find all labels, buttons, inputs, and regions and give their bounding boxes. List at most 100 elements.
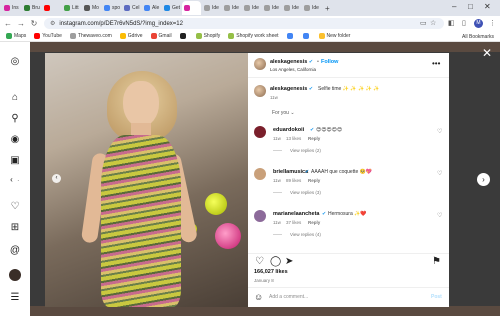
all-bookmarks[interactable]: All Bookmarks [462,34,494,40]
search-icon[interactable]: ⚲ [9,113,21,125]
explore-icon[interactable]: ◉ [9,134,21,146]
instagram-logo-icon[interactable]: ◎ [9,56,21,68]
add-comment-input[interactable]: Add a comment... [269,294,308,300]
reply-button[interactable]: Reply [308,178,320,183]
bookmark-favicon-icon [286,33,293,39]
bookmark-item[interactable]: New folder [318,33,350,39]
profile-avatar[interactable]: M [474,19,483,28]
more-options-icon[interactable]: ••• [432,59,440,69]
commenter-avatar[interactable] [254,168,266,180]
reply-button[interactable]: Reply [308,220,320,225]
previous-image-icon[interactable]: ‹ [52,174,61,183]
comment-likes[interactable]: 89 likes [286,178,301,183]
comment-likes[interactable]: 37 likes [286,220,301,225]
bookmark-item[interactable]: Shopify work sheet [228,33,279,39]
forward-icon[interactable]: → [16,19,26,29]
create-icon[interactable]: ⊞ [9,222,21,234]
bookmark-item[interactable]: Gdrive [119,33,143,39]
browser-tab[interactable] [182,1,201,15]
close-post-icon[interactable]: ✕ [482,47,492,59]
comment-like-icon[interactable]: ♡ [437,128,442,135]
browser-tab[interactable]: Ide [282,1,301,15]
like-count[interactable]: 166,027 likes [254,269,288,275]
cast-icon[interactable]: ▭ [420,18,427,29]
bookmark-item[interactable]: Gmail [150,33,172,39]
comment-likes[interactable]: 13 likes [286,136,301,141]
browser-tab[interactable]: Bru [22,1,41,15]
new-tab-button[interactable]: + [325,4,330,13]
browser-tab[interactable] [42,1,61,15]
browser-tab[interactable]: Ale [142,1,161,15]
browser-tab[interactable]: Get [162,1,181,15]
commenter-avatar[interactable] [254,210,266,222]
post-photo[interactable] [45,53,248,307]
tab-title: Ins [12,5,19,11]
reload-icon[interactable]: ↻ [29,19,39,29]
next-post-icon[interactable]: › [477,173,490,186]
caption-avatar[interactable] [254,85,266,97]
view-replies-button[interactable]: View replies (3) [290,190,321,195]
post-location[interactable]: Los Angeles, California [270,67,316,72]
tab-favicon-icon [44,5,50,11]
browser-tab[interactable]: Ide [222,1,241,15]
caption-author[interactable]: aleskagenesis ✔ [270,86,313,92]
tab-favicon-icon [184,5,190,11]
profile-icon[interactable] [9,269,21,281]
browser-tab[interactable]: Mo [82,1,101,15]
bookmark-item[interactable] [302,33,311,39]
commenter-username[interactable]: eduardokoii [273,127,304,133]
browser-tab[interactable]: spo [102,1,121,15]
commenter-username[interactable]: marianelaancheta [273,211,319,217]
minimize-icon[interactable]: – [452,3,456,11]
threads-icon[interactable]: @ [9,245,21,257]
browser-tab[interactable]: Ide [242,1,261,15]
extensions-icon[interactable]: ◧ [448,18,455,29]
share-icon[interactable]: ➤ [285,257,293,267]
comment-icon[interactable]: ◯ [270,257,281,267]
bookmark-item[interactable]: Shopify [195,33,220,39]
maximize-icon[interactable]: □ [468,3,473,11]
commenter-username[interactable]: briellamusica [273,169,308,175]
comment-like-icon[interactable]: ♡ [437,212,442,219]
previous-post-icon[interactable]: ‹ [5,173,18,186]
browser-tab[interactable]: Ide [262,1,281,15]
author-avatar[interactable] [254,58,266,70]
back-icon[interactable]: ← [3,19,13,29]
bookmark-item[interactable] [286,33,295,39]
notifications-icon[interactable]: ♡ [9,201,21,213]
post-comment-button[interactable]: Post [431,294,442,300]
like-icon[interactable]: ♡ [255,257,264,267]
home-icon[interactable]: ⌂ [9,92,21,104]
emoji-icon[interactable]: ☺ [254,292,263,302]
bookmark-item[interactable] [179,33,188,39]
view-replies-button[interactable]: View replies (2) [290,148,321,153]
bookmark-star-icon[interactable]: ☆ [430,18,436,29]
bookmark-item[interactable]: Thewaveo.com [69,33,112,39]
follow-button[interactable]: Follow [321,59,338,65]
address-bar[interactable]: ⚙ instagram.com/p/DE7r6vN5dS/?img_index=… [44,18,444,29]
close-window-icon[interactable]: ✕ [484,3,491,11]
browser-tab[interactable]: Cel [122,1,141,15]
browser-tab[interactable]: Litt [62,1,81,15]
post-details-panel: aleskagenesis ✔ • Follow Los Angeles, Ca… [248,53,449,307]
side-panel-icon[interactable]: ▯ [462,18,466,29]
browser-tab[interactable]: Ide [302,1,321,15]
bookmark-item[interactable]: YouTube [34,33,62,39]
site-info-icon[interactable]: ⚙ [50,20,55,27]
save-icon[interactable]: ⚑ [432,257,441,267]
commenter-avatar[interactable] [254,126,266,138]
comment-like-icon[interactable]: ♡ [437,170,442,177]
menu-kebab-icon[interactable]: ⋮ [489,18,496,29]
bookmark-favicon-icon [179,33,186,39]
tab-favicon-icon [244,5,250,11]
reply-button[interactable]: Reply [308,136,320,141]
bookmark-item[interactable]: Maps [6,33,26,39]
more-menu-icon[interactable]: ☰ [9,292,21,304]
bookmark-label: Maps [14,33,27,39]
view-replies-button[interactable]: View replies (4) [290,232,321,237]
author-username[interactable]: aleskagenesis ✔ [270,59,313,65]
comments-filter[interactable]: For you ⌄ [272,110,295,116]
browser-tab[interactable]: Ins [2,1,21,15]
reels-icon[interactable]: ▣ [9,155,21,167]
browser-tab[interactable]: Ide [202,1,221,15]
